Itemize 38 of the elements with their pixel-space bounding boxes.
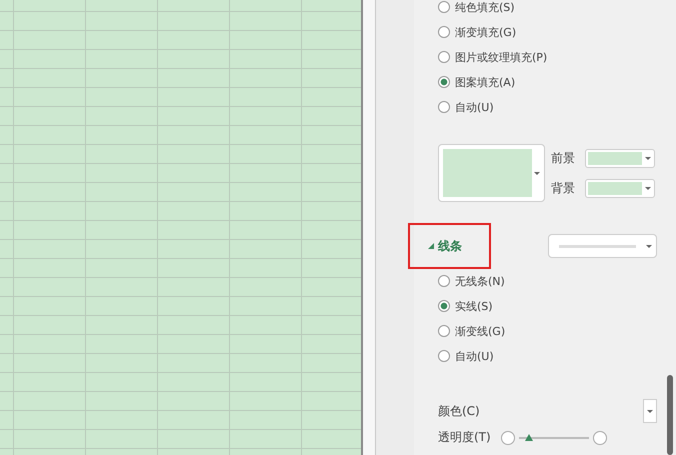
expand-icon: [428, 243, 434, 249]
transparency-label: 透明度(T): [438, 429, 491, 446]
option-label[interactable]: 纯色填充(S): [455, 0, 515, 14]
radio-button[interactable]: [438, 275, 450, 287]
radio-button[interactable]: [438, 325, 450, 337]
plus-button[interactable]: [592, 430, 607, 444]
option-label[interactable]: 渐变线(G): [455, 324, 506, 338]
scrollbar-thumb[interactable]: [667, 375, 673, 455]
pattern-dropdown[interactable]: [438, 144, 545, 202]
color-label: 前景: [551, 150, 575, 167]
radio-button[interactable]: [438, 101, 450, 113]
caret-icon: [646, 244, 652, 248]
caret-icon: [647, 410, 653, 412]
caret-icon: [534, 172, 540, 174]
section-header[interactable]: 线条: [408, 223, 491, 269]
radio-button[interactable]: [438, 26, 450, 38]
option-label[interactable]: 自动(U): [455, 100, 494, 114]
color-dropdown[interactable]: [585, 149, 655, 168]
radio-button[interactable]: [438, 51, 450, 63]
color-dropdown[interactable]: [643, 399, 657, 423]
minus-button[interactable]: [500, 430, 515, 444]
option-label[interactable]: 渐变填充(G): [455, 24, 516, 40]
option-label[interactable]: 自动(U): [455, 348, 494, 364]
option-label[interactable]: 图片或纹理填充(P): [455, 50, 548, 64]
radio-button[interactable]: [438, 76, 450, 88]
color-dropdown[interactable]: [585, 179, 655, 198]
line-style-dropdown[interactable]: [548, 234, 657, 258]
radio-button[interactable]: [438, 1, 450, 13]
color-label: 背景: [551, 180, 575, 197]
slider-thumb[interactable]: [525, 434, 534, 440]
color-label: 颜色(C): [438, 402, 480, 420]
option-label[interactable]: 实线(S): [455, 298, 493, 314]
radio-button[interactable]: [438, 350, 450, 362]
caret-icon: [645, 157, 651, 160]
option-label[interactable]: 无线条(N): [455, 274, 505, 288]
caret-icon: [645, 187, 651, 190]
option-label[interactable]: 图案填充(A): [455, 74, 516, 90]
radio-button[interactable]: [438, 300, 450, 312]
